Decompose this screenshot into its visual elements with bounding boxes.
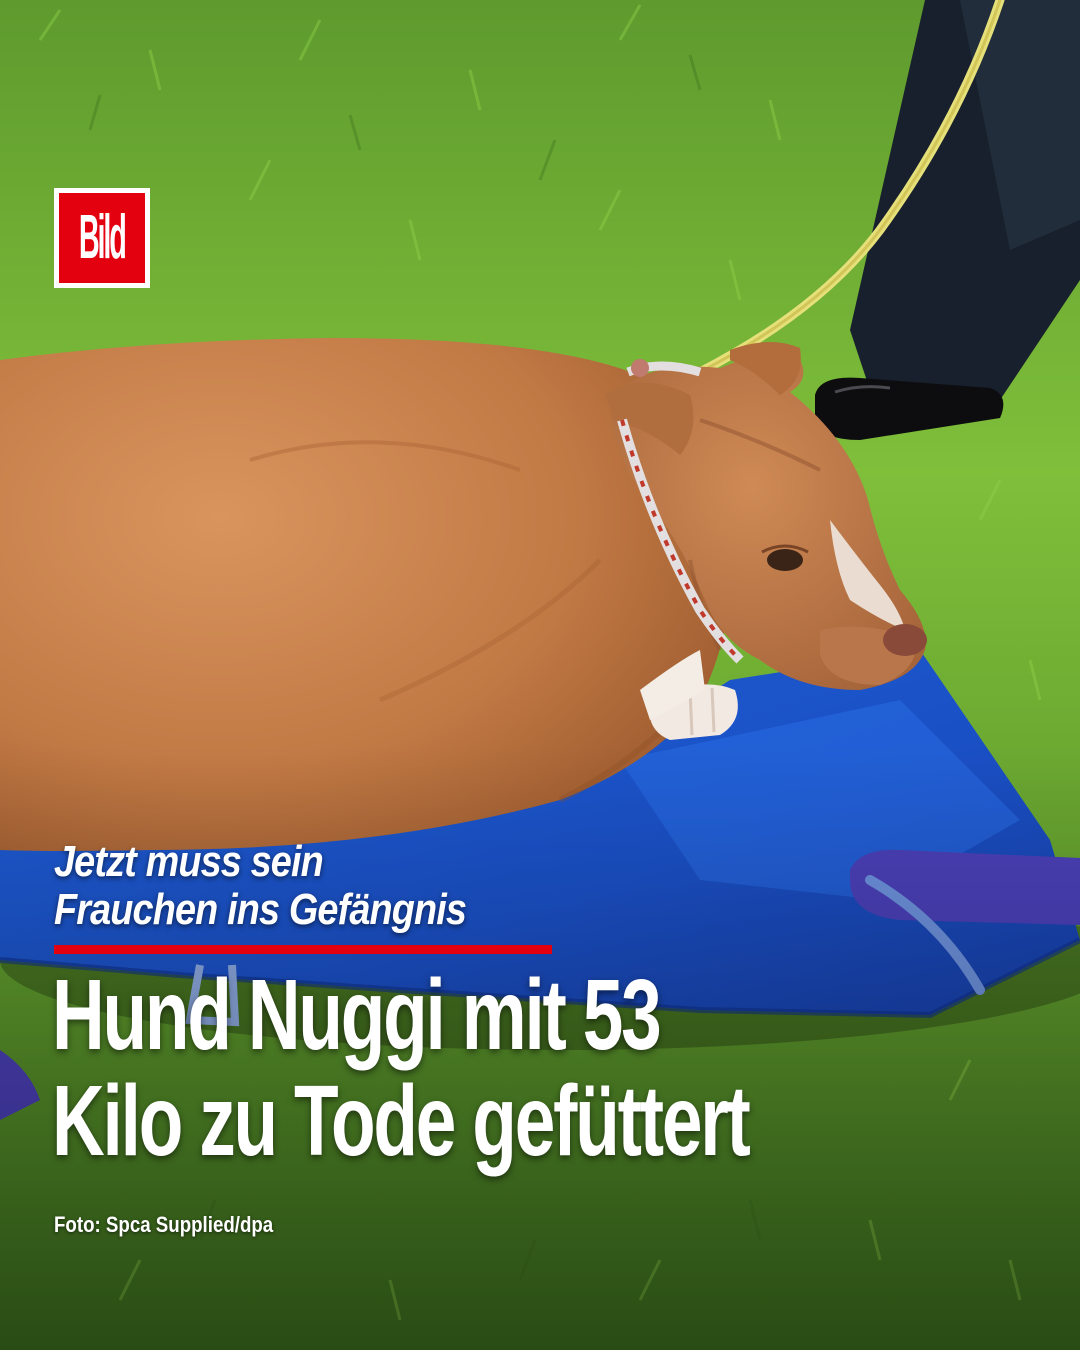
kicker-line-1: Jetzt muss sein <box>54 837 324 886</box>
photo-credit: Foto: Spca Supplied/dpa <box>54 1212 274 1237</box>
headline-line-2: Kilo zu Tode gefüttert <box>52 1065 751 1177</box>
bild-logo-text: Bild <box>79 203 127 273</box>
social-post-card: Bild Jetzt muss sein Frauchen ins Gefäng… <box>0 0 1080 1350</box>
headline: Hund Nuggi mit 53 Kilo zu Tode gefüttert <box>52 962 913 1174</box>
bild-logo-box: Bild <box>59 193 145 283</box>
kicker: Jetzt muss sein Frauchen ins Gefängnis <box>54 838 587 934</box>
bild-logo: Bild <box>54 188 150 288</box>
kicker-line-2: Frauchen ins Gefängnis <box>54 885 467 934</box>
red-divider <box>54 945 552 954</box>
headline-line-1: Hund Nuggi mit 53 <box>52 959 662 1071</box>
